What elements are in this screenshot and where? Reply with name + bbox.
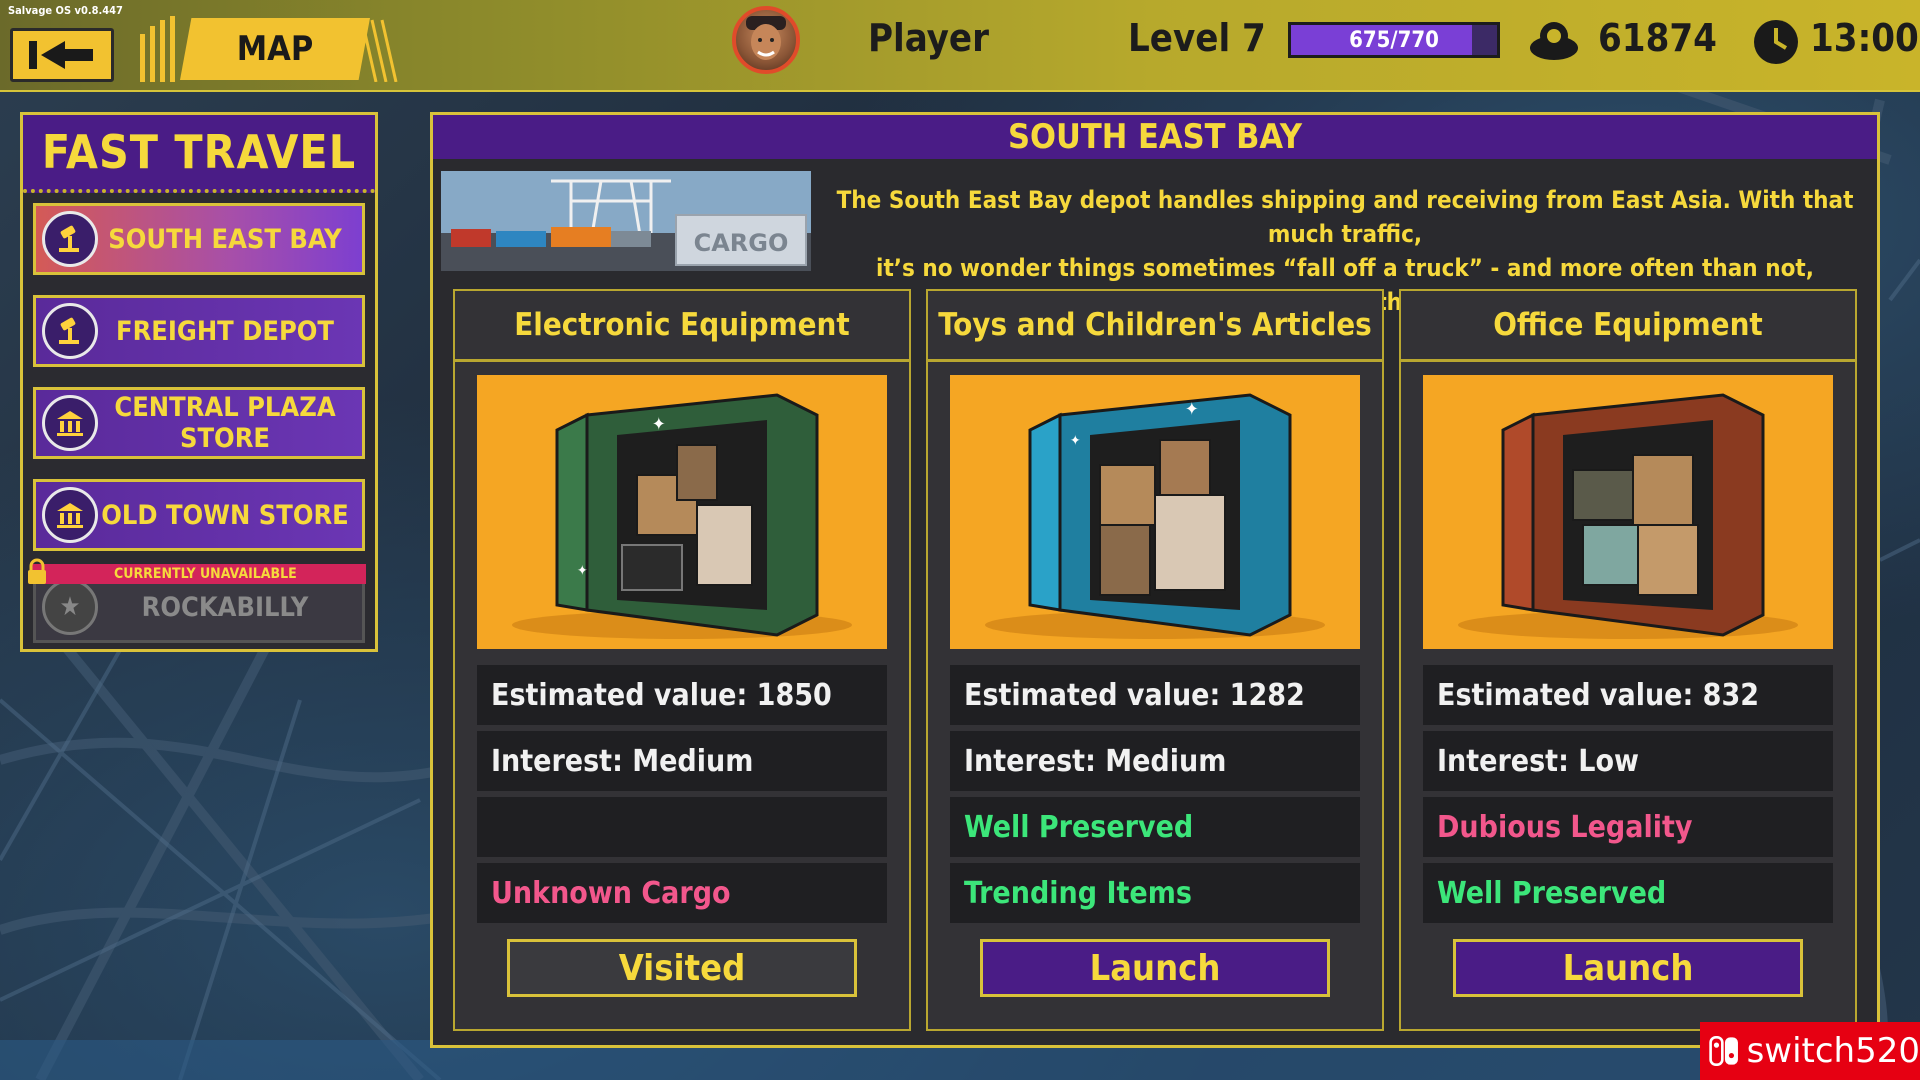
switch-logo-icon (1709, 1036, 1738, 1066)
container-image (1423, 375, 1833, 649)
container-image: ✦ ✦ (477, 375, 887, 649)
location-title: SOUTH EAST BAY (433, 115, 1877, 159)
store-icon (42, 395, 98, 451)
watermark-text: switch520 (1746, 1031, 1920, 1071)
fast-travel-item-label: SOUTH EAST BAY (108, 223, 342, 255)
container-interest: Interest: Low (1423, 731, 1833, 791)
container-estimated-value: Estimated value: 1282 (950, 665, 1360, 725)
container-trait (477, 797, 887, 857)
shipping-container-icon (1458, 393, 1798, 639)
container-card-electronic-equipment: Electronic Equipment ✦ ✦ Estimated value… (453, 289, 911, 1031)
location-image: CARGO (441, 171, 811, 271)
star-icon: ★ (42, 579, 98, 635)
player-name: Player (868, 16, 989, 60)
currently-unavailable-badge: CURRENTLY UNAVAILABLE (30, 564, 366, 584)
watermark: switch520 (1700, 1022, 1920, 1080)
store-icon (42, 487, 98, 543)
gavel-icon (42, 303, 98, 359)
svg-text:✦: ✦ (1185, 399, 1199, 420)
fast-travel-item-label: ROCKABILLY (141, 591, 309, 623)
xp-progress-bar: 675/770 (1288, 22, 1500, 58)
fast-travel-item-label: OLD TOWN STORE (101, 499, 349, 531)
cargo-sign: CARGO (694, 229, 789, 257)
svg-text:✦: ✦ (577, 563, 588, 579)
decorative-stripes (140, 16, 175, 82)
shipping-container-icon: ✦ ✦ (512, 393, 852, 639)
description-line: The South East Bay depot handles shippin… (836, 186, 1854, 248)
container-image: ✦ ✦ (950, 375, 1360, 649)
back-button[interactable] (10, 28, 114, 82)
xp-text: 675/770 (1349, 27, 1439, 53)
container-card-toys: Toys and Children's Articles ✦ ✦ Estimat… (926, 289, 1384, 1031)
container-trait: Unknown Cargo (477, 863, 887, 923)
container-title: Electronic Equipment (455, 291, 909, 362)
container-estimated-value: Estimated value: 832 (1423, 665, 1833, 725)
clock-icon (1754, 20, 1798, 64)
fast-travel-item-label: CENTRAL PLAZA STORE (114, 392, 336, 454)
shipping-container-icon: ✦ ✦ (985, 393, 1325, 639)
coins-icon (1530, 22, 1578, 60)
map-tab[interactable]: MAP (180, 18, 370, 80)
fast-travel-title: FAST TRAVEL (23, 115, 375, 193)
fast-travel-item-south-east-bay[interactable]: SOUTH EAST BAY (33, 203, 365, 275)
container-trait: Trending Items (950, 863, 1360, 923)
location-panel: SOUTH EAST BAY CARGO The South East Bay … (430, 112, 1880, 1048)
container-card-office-equipment: Office Equipment Estimated value: 832 In… (1399, 289, 1857, 1031)
lock-icon (26, 558, 48, 593)
fast-travel-item-freight-depot[interactable]: FREIGHT DEPOT (33, 295, 365, 367)
container-title: Toys and Children's Articles (928, 291, 1382, 362)
launch-button[interactable]: Launch (1453, 939, 1803, 997)
fast-travel-item-central-plaza-store[interactable]: CENTRAL PLAZA STORE (33, 387, 365, 459)
container-title: Office Equipment (1401, 291, 1855, 362)
launch-button[interactable]: Launch (980, 939, 1330, 997)
back-arrow-icon (29, 41, 93, 69)
container-interest: Interest: Medium (950, 731, 1360, 791)
fast-travel-item-old-town-store[interactable]: OLD TOWN STORE (33, 479, 365, 551)
player-portrait-icon (746, 16, 786, 60)
container-trait: Dubious Legality (1423, 797, 1833, 857)
container-interest: Interest: Medium (477, 731, 887, 791)
player-level: Level 7 (1128, 16, 1266, 60)
decorative-stripes (362, 19, 398, 82)
container-estimated-value: Estimated value: 1850 (477, 665, 887, 725)
container-trait: Well Preserved (950, 797, 1360, 857)
fast-travel-item-label: FREIGHT DEPOT (115, 315, 334, 347)
coins-value: 61874 (1598, 16, 1717, 60)
player-avatar[interactable] (732, 6, 800, 74)
visited-button[interactable]: Visited (507, 939, 857, 997)
version-label: Salvage OS v0.8.447 (8, 4, 123, 17)
game-time: 13:00 (1810, 16, 1919, 60)
gavel-icon (42, 211, 98, 267)
svg-text:✦: ✦ (1070, 433, 1081, 449)
svg-text:✦: ✦ (652, 414, 666, 435)
top-bar: Salvage OS v0.8.447 MAP Player Level 7 6… (0, 0, 1920, 92)
container-trait: Well Preserved (1423, 863, 1833, 923)
